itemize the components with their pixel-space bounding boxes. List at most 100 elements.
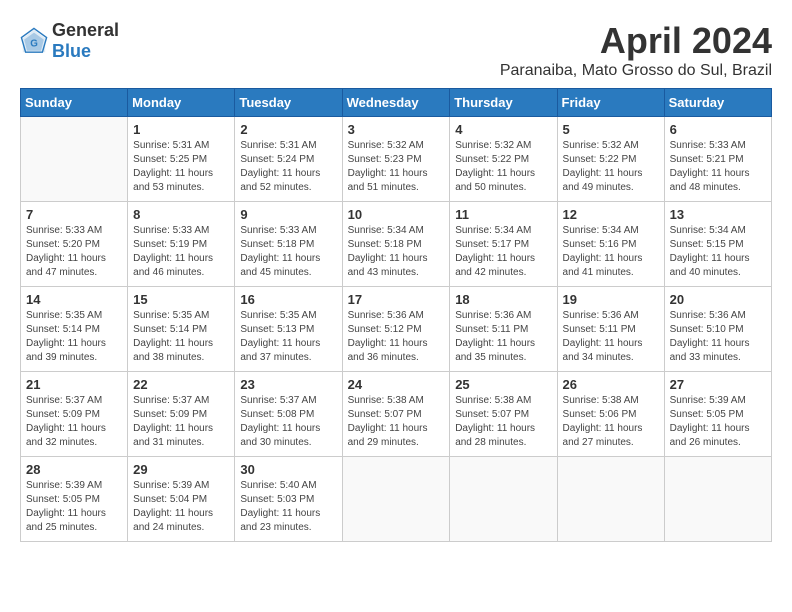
day-info: Sunrise: 5:35 AMSunset: 5:14 PMDaylight:… bbox=[26, 309, 122, 365]
day-number: 20 bbox=[670, 292, 766, 307]
calendar-cell bbox=[664, 457, 771, 542]
calendar-cell: 27 Sunrise: 5:39 AMSunset: 5:05 PMDayligh… bbox=[664, 372, 771, 457]
calendar-cell: 19 Sunrise: 5:36 AMSunset: 5:11 PMDayligh… bbox=[557, 287, 664, 372]
day-info: Sunrise: 5:38 AMSunset: 5:07 PMDaylight:… bbox=[455, 394, 551, 450]
day-number: 5 bbox=[563, 122, 659, 137]
logo-icon: G bbox=[20, 27, 48, 55]
day-info: Sunrise: 5:36 AMSunset: 5:11 PMDaylight:… bbox=[455, 309, 551, 365]
calendar-cell bbox=[342, 457, 450, 542]
day-info: Sunrise: 5:33 AMSunset: 5:21 PMDaylight:… bbox=[670, 139, 766, 195]
calendar-cell: 11Sunrise: 5:34 AMSunset: 5:17 PMDayligh… bbox=[450, 202, 557, 287]
day-number: 25 bbox=[455, 377, 551, 392]
calendar-cell: 29 Sunrise: 5:39 AMSunset: 5:04 PMDayligh… bbox=[128, 457, 235, 542]
day-number: 6 bbox=[670, 122, 766, 137]
month-title: April 2024 bbox=[500, 20, 772, 62]
day-info: Sunrise: 5:39 AMSunset: 5:04 PMDaylight:… bbox=[133, 479, 229, 535]
day-number: 16 bbox=[240, 292, 336, 307]
day-info: Sunrise: 5:32 AMSunset: 5:22 PMDaylight:… bbox=[563, 139, 659, 195]
weekday-header-saturday: Saturday bbox=[664, 89, 771, 117]
calendar-cell: 13Sunrise: 5:34 AMSunset: 5:15 PMDayligh… bbox=[664, 202, 771, 287]
day-number: 7 bbox=[26, 207, 122, 222]
day-number: 2 bbox=[240, 122, 336, 137]
calendar-cell: 7Sunrise: 5:33 AMSunset: 5:20 PMDaylight… bbox=[21, 202, 128, 287]
day-info: Sunrise: 5:36 AMSunset: 5:11 PMDaylight:… bbox=[563, 309, 659, 365]
weekday-header-sunday: Sunday bbox=[21, 89, 128, 117]
calendar-cell: 15 Sunrise: 5:35 AMSunset: 5:14 PMDayligh… bbox=[128, 287, 235, 372]
calendar-cell: 5 Sunrise: 5:32 AMSunset: 5:22 PMDaylight… bbox=[557, 117, 664, 202]
calendar: SundayMondayTuesdayWednesdayThursdayFrid… bbox=[20, 88, 772, 542]
day-number: 12 bbox=[563, 207, 659, 222]
day-info: Sunrise: 5:32 AMSunset: 5:23 PMDaylight:… bbox=[348, 139, 445, 195]
calendar-cell: 17 Sunrise: 5:36 AMSunset: 5:12 PMDayligh… bbox=[342, 287, 450, 372]
day-number: 8 bbox=[133, 207, 229, 222]
calendar-cell: 21 Sunrise: 5:37 AMSunset: 5:09 PMDayligh… bbox=[21, 372, 128, 457]
location-title: Paranaiba, Mato Grosso do Sul, Brazil bbox=[500, 62, 772, 80]
day-info: Sunrise: 5:34 AMSunset: 5:18 PMDaylight:… bbox=[348, 224, 445, 280]
day-number: 4 bbox=[455, 122, 551, 137]
calendar-cell: 1Sunrise: 5:31 AMSunset: 5:25 PMDaylight… bbox=[128, 117, 235, 202]
calendar-cell: 24 Sunrise: 5:38 AMSunset: 5:07 PMDayligh… bbox=[342, 372, 450, 457]
calendar-cell: 25 Sunrise: 5:38 AMSunset: 5:07 PMDayligh… bbox=[450, 372, 557, 457]
calendar-cell bbox=[450, 457, 557, 542]
day-info: Sunrise: 5:31 AMSunset: 5:24 PMDaylight:… bbox=[240, 139, 336, 195]
day-info: Sunrise: 5:35 AMSunset: 5:14 PMDaylight:… bbox=[133, 309, 229, 365]
day-info: Sunrise: 5:36 AMSunset: 5:10 PMDaylight:… bbox=[670, 309, 766, 365]
day-number: 26 bbox=[563, 377, 659, 392]
logo: G General Blue bbox=[20, 20, 119, 62]
day-info: Sunrise: 5:37 AMSunset: 5:09 PMDaylight:… bbox=[133, 394, 229, 450]
week-row-1: 1Sunrise: 5:31 AMSunset: 5:25 PMDaylight… bbox=[21, 117, 772, 202]
day-info: Sunrise: 5:36 AMSunset: 5:12 PMDaylight:… bbox=[348, 309, 445, 365]
calendar-cell: 2 Sunrise: 5:31 AMSunset: 5:24 PMDaylight… bbox=[235, 117, 342, 202]
day-number: 15 bbox=[133, 292, 229, 307]
day-number: 18 bbox=[455, 292, 551, 307]
day-info: Sunrise: 5:33 AMSunset: 5:19 PMDaylight:… bbox=[133, 224, 229, 280]
weekday-header-monday: Monday bbox=[128, 89, 235, 117]
day-number: 3 bbox=[348, 122, 445, 137]
day-info: Sunrise: 5:33 AMSunset: 5:18 PMDaylight:… bbox=[240, 224, 336, 280]
calendar-body: 1Sunrise: 5:31 AMSunset: 5:25 PMDaylight… bbox=[21, 117, 772, 542]
calendar-cell: 23 Sunrise: 5:37 AMSunset: 5:08 PMDayligh… bbox=[235, 372, 342, 457]
week-row-2: 7Sunrise: 5:33 AMSunset: 5:20 PMDaylight… bbox=[21, 202, 772, 287]
logo-general: General bbox=[52, 20, 119, 40]
day-info: Sunrise: 5:35 AMSunset: 5:13 PMDaylight:… bbox=[240, 309, 336, 365]
calendar-cell: 4Sunrise: 5:32 AMSunset: 5:22 PMDaylight… bbox=[450, 117, 557, 202]
day-info: Sunrise: 5:37 AMSunset: 5:09 PMDaylight:… bbox=[26, 394, 122, 450]
day-number: 19 bbox=[563, 292, 659, 307]
day-number: 27 bbox=[670, 377, 766, 392]
calendar-cell bbox=[21, 117, 128, 202]
day-info: Sunrise: 5:37 AMSunset: 5:08 PMDaylight:… bbox=[240, 394, 336, 450]
header: G General Blue April 2024 Paranaiba, Mat… bbox=[20, 20, 772, 80]
week-row-4: 21 Sunrise: 5:37 AMSunset: 5:09 PMDayligh… bbox=[21, 372, 772, 457]
day-number: 29 bbox=[133, 462, 229, 477]
calendar-cell: 12 Sunrise: 5:34 AMSunset: 5:16 PMDayligh… bbox=[557, 202, 664, 287]
day-number: 22 bbox=[133, 377, 229, 392]
day-number: 30 bbox=[240, 462, 336, 477]
calendar-cell: 22 Sunrise: 5:37 AMSunset: 5:09 PMDayligh… bbox=[128, 372, 235, 457]
calendar-cell: 18 Sunrise: 5:36 AMSunset: 5:11 PMDayligh… bbox=[450, 287, 557, 372]
calendar-cell: 26Sunrise: 5:38 AMSunset: 5:06 PMDayligh… bbox=[557, 372, 664, 457]
calendar-cell: 16 Sunrise: 5:35 AMSunset: 5:13 PMDayligh… bbox=[235, 287, 342, 372]
week-row-5: 28 Sunrise: 5:39 AMSunset: 5:05 PMDayligh… bbox=[21, 457, 772, 542]
day-number: 21 bbox=[26, 377, 122, 392]
day-info: Sunrise: 5:39 AMSunset: 5:05 PMDaylight:… bbox=[26, 479, 122, 535]
day-info: Sunrise: 5:40 AMSunset: 5:03 PMDaylight:… bbox=[240, 479, 336, 535]
weekday-header-wednesday: Wednesday bbox=[342, 89, 450, 117]
calendar-cell: 9 Sunrise: 5:33 AMSunset: 5:18 PMDaylight… bbox=[235, 202, 342, 287]
day-number: 28 bbox=[26, 462, 122, 477]
day-number: 17 bbox=[348, 292, 445, 307]
calendar-header: SundayMondayTuesdayWednesdayThursdayFrid… bbox=[21, 89, 772, 117]
calendar-cell: 10Sunrise: 5:34 AMSunset: 5:18 PMDayligh… bbox=[342, 202, 450, 287]
day-info: Sunrise: 5:31 AMSunset: 5:25 PMDaylight:… bbox=[133, 139, 229, 195]
day-info: Sunrise: 5:34 AMSunset: 5:16 PMDaylight:… bbox=[563, 224, 659, 280]
weekday-header-friday: Friday bbox=[557, 89, 664, 117]
calendar-cell: 8 Sunrise: 5:33 AMSunset: 5:19 PMDaylight… bbox=[128, 202, 235, 287]
day-number: 24 bbox=[348, 377, 445, 392]
svg-text:G: G bbox=[30, 39, 38, 50]
day-info: Sunrise: 5:34 AMSunset: 5:17 PMDaylight:… bbox=[455, 224, 551, 280]
day-info: Sunrise: 5:38 AMSunset: 5:07 PMDaylight:… bbox=[348, 394, 445, 450]
calendar-cell: 30 Sunrise: 5:40 AMSunset: 5:03 PMDayligh… bbox=[235, 457, 342, 542]
day-number: 9 bbox=[240, 207, 336, 222]
day-number: 23 bbox=[240, 377, 336, 392]
day-info: Sunrise: 5:39 AMSunset: 5:05 PMDaylight:… bbox=[670, 394, 766, 450]
calendar-cell: 14Sunrise: 5:35 AMSunset: 5:14 PMDayligh… bbox=[21, 287, 128, 372]
